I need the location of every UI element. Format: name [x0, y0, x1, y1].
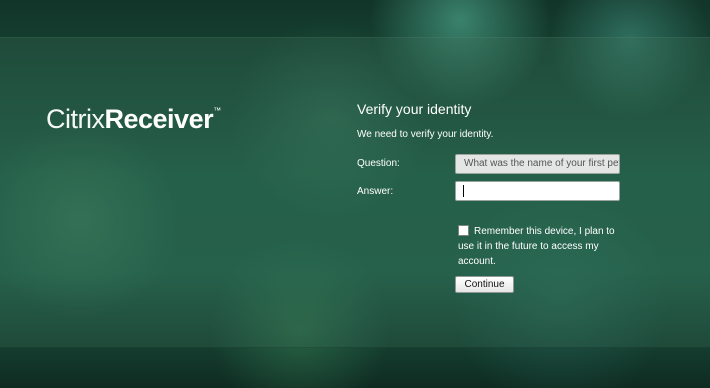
answer-label: Answer: [357, 186, 394, 197]
question-field: What was the name of your first pet? [455, 154, 620, 174]
page-title: Verify your identity [357, 101, 472, 117]
remember-device-text: Remember this device, I plan to use it i… [458, 226, 615, 267]
text-caret [463, 185, 464, 197]
answer-input[interactable] [455, 181, 620, 201]
logo-brand: Citrix [46, 104, 105, 134]
continue-button[interactable]: Continue [455, 276, 514, 293]
question-label: Question: [357, 158, 400, 169]
verify-message: We need to verify your identity. [357, 129, 494, 140]
logo-trademark: ™ [213, 106, 221, 115]
citrix-receiver-logo: CitrixReceiver™ [46, 104, 221, 135]
logo-product: Receiver [104, 104, 214, 134]
remember-device-label[interactable]: Remember this device, I plan to use it i… [458, 224, 618, 269]
